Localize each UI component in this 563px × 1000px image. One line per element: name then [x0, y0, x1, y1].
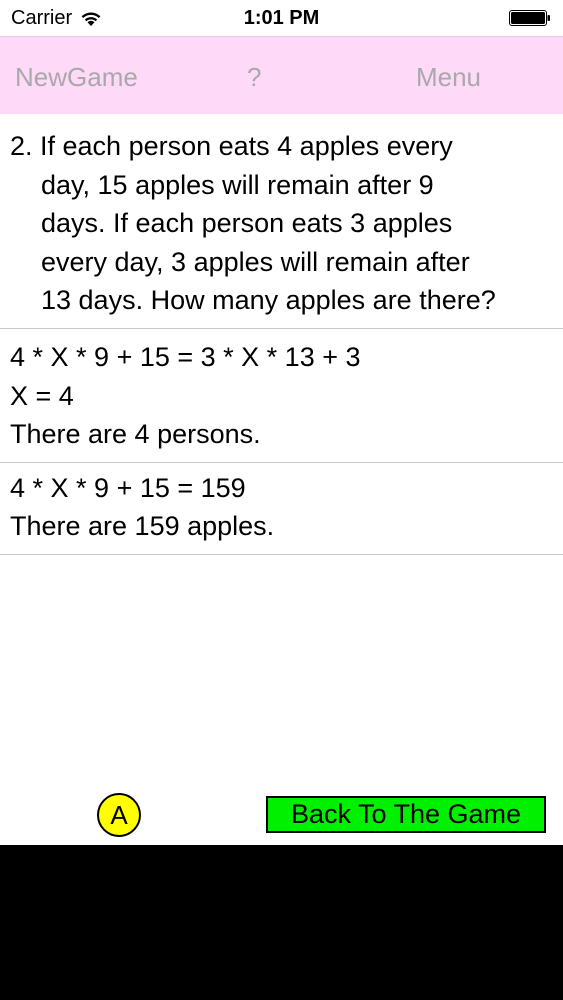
answer-line: There are 159 apples.: [10, 511, 275, 541]
help-button[interactable]: ?: [247, 62, 261, 93]
back-to-game-button[interactable]: Back To The Game: [266, 796, 546, 833]
menu-button[interactable]: Menu: [416, 62, 481, 93]
answer-button[interactable]: A: [97, 793, 141, 837]
solution-persons-cell: 4 * X * 9 + 15 = 3 * X * 13 + 3 X = 4 Th…: [0, 328, 563, 463]
question-line: 2. If each person eats 4 apples every: [10, 131, 453, 161]
new-game-button[interactable]: NewGame: [15, 62, 138, 93]
status-bar: Carrier 1:01 PM: [0, 0, 563, 36]
question-line: days. If each person eats 3 apples: [41, 208, 453, 238]
question-line: 13 days. How many apples are there?: [41, 285, 496, 315]
solution-apples-cell: 4 * X * 9 + 15 = 159 There are 159 apple…: [0, 462, 563, 555]
status-time: 1:01 PM: [243, 7, 320, 29]
question-line: day, 15 apples will remain after 9: [41, 170, 434, 200]
battery-icon: [509, 10, 550, 26]
equation-result-line: X = 4: [10, 381, 74, 411]
app-screen: Carrier 1:01 PM NewGame ? Menu 2. If eac…: [0, 0, 563, 845]
question-line: every day, 3 apples will remain after: [41, 247, 470, 277]
navigation-bar: NewGame ? Menu: [0, 36, 563, 114]
equation-line: 4 * X * 9 + 15 = 159: [10, 473, 246, 503]
question-cell: 2. If each person eats 4 apples every da…: [0, 113, 563, 329]
equation-line: 4 * X * 9 + 15 = 3 * X * 13 + 3: [10, 342, 361, 372]
answer-line: There are 4 persons.: [10, 419, 261, 449]
